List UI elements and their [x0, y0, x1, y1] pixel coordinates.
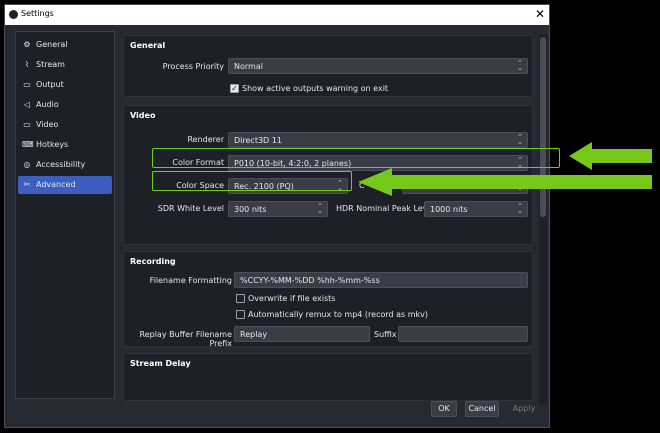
arrow-pointing-color-format	[569, 142, 652, 170]
arrow-pointing-color-space	[358, 168, 652, 196]
annotation-arrows	[358, 142, 652, 196]
